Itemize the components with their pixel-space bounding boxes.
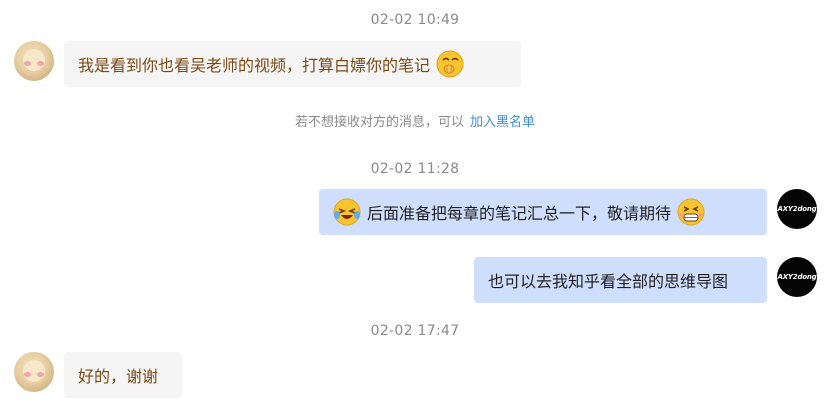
notice-text: 若不想接收对方的消息，可以 (294, 115, 464, 130)
message-text: 也可以去我知乎看全部的思维导图 (488, 272, 729, 291)
timestamp: 02-02 17:47 (370, 323, 460, 339)
laughing-crying-emoji-icon (333, 198, 361, 226)
avatar-text: AXY2dong (777, 273, 817, 281)
message-bubble[interactable]: 也可以去我知乎看全部的思维导图 (474, 257, 767, 303)
timestamp: 02-02 11:28 (370, 161, 460, 177)
message-text: 我是看到你也看吴老师的视频，打算白嫖你的笔记 (78, 56, 431, 75)
message-bubble[interactable]: 好的，谢谢 (64, 352, 182, 398)
my-avatar[interactable]: AXY2dong (777, 257, 817, 297)
message-bubble[interactable]: 我是看到你也看吴老师的视频，打算白嫖你的笔记 (64, 41, 521, 87)
block-notice: 若不想接收对方的消息，可以 加入黑名单 (0, 111, 830, 130)
add-to-blacklist-link[interactable]: 加入黑名单 (470, 115, 535, 130)
message-text: 好的，谢谢 (78, 367, 159, 386)
message-bubble[interactable]: 后面准备把每章的笔记汇总一下，敬请期待 (319, 189, 767, 235)
my-avatar[interactable]: AXY2dong (777, 189, 817, 229)
message-text: 后面准备把每章的笔记汇总一下，敬请期待 (367, 204, 672, 223)
avatar[interactable] (14, 352, 54, 392)
avatar-text: AXY2dong (777, 205, 817, 213)
timestamp: 02-02 10:49 (370, 12, 460, 28)
shush-emoji-icon (436, 50, 464, 78)
grinning-emoji-icon (677, 198, 705, 226)
avatar[interactable] (14, 41, 54, 81)
